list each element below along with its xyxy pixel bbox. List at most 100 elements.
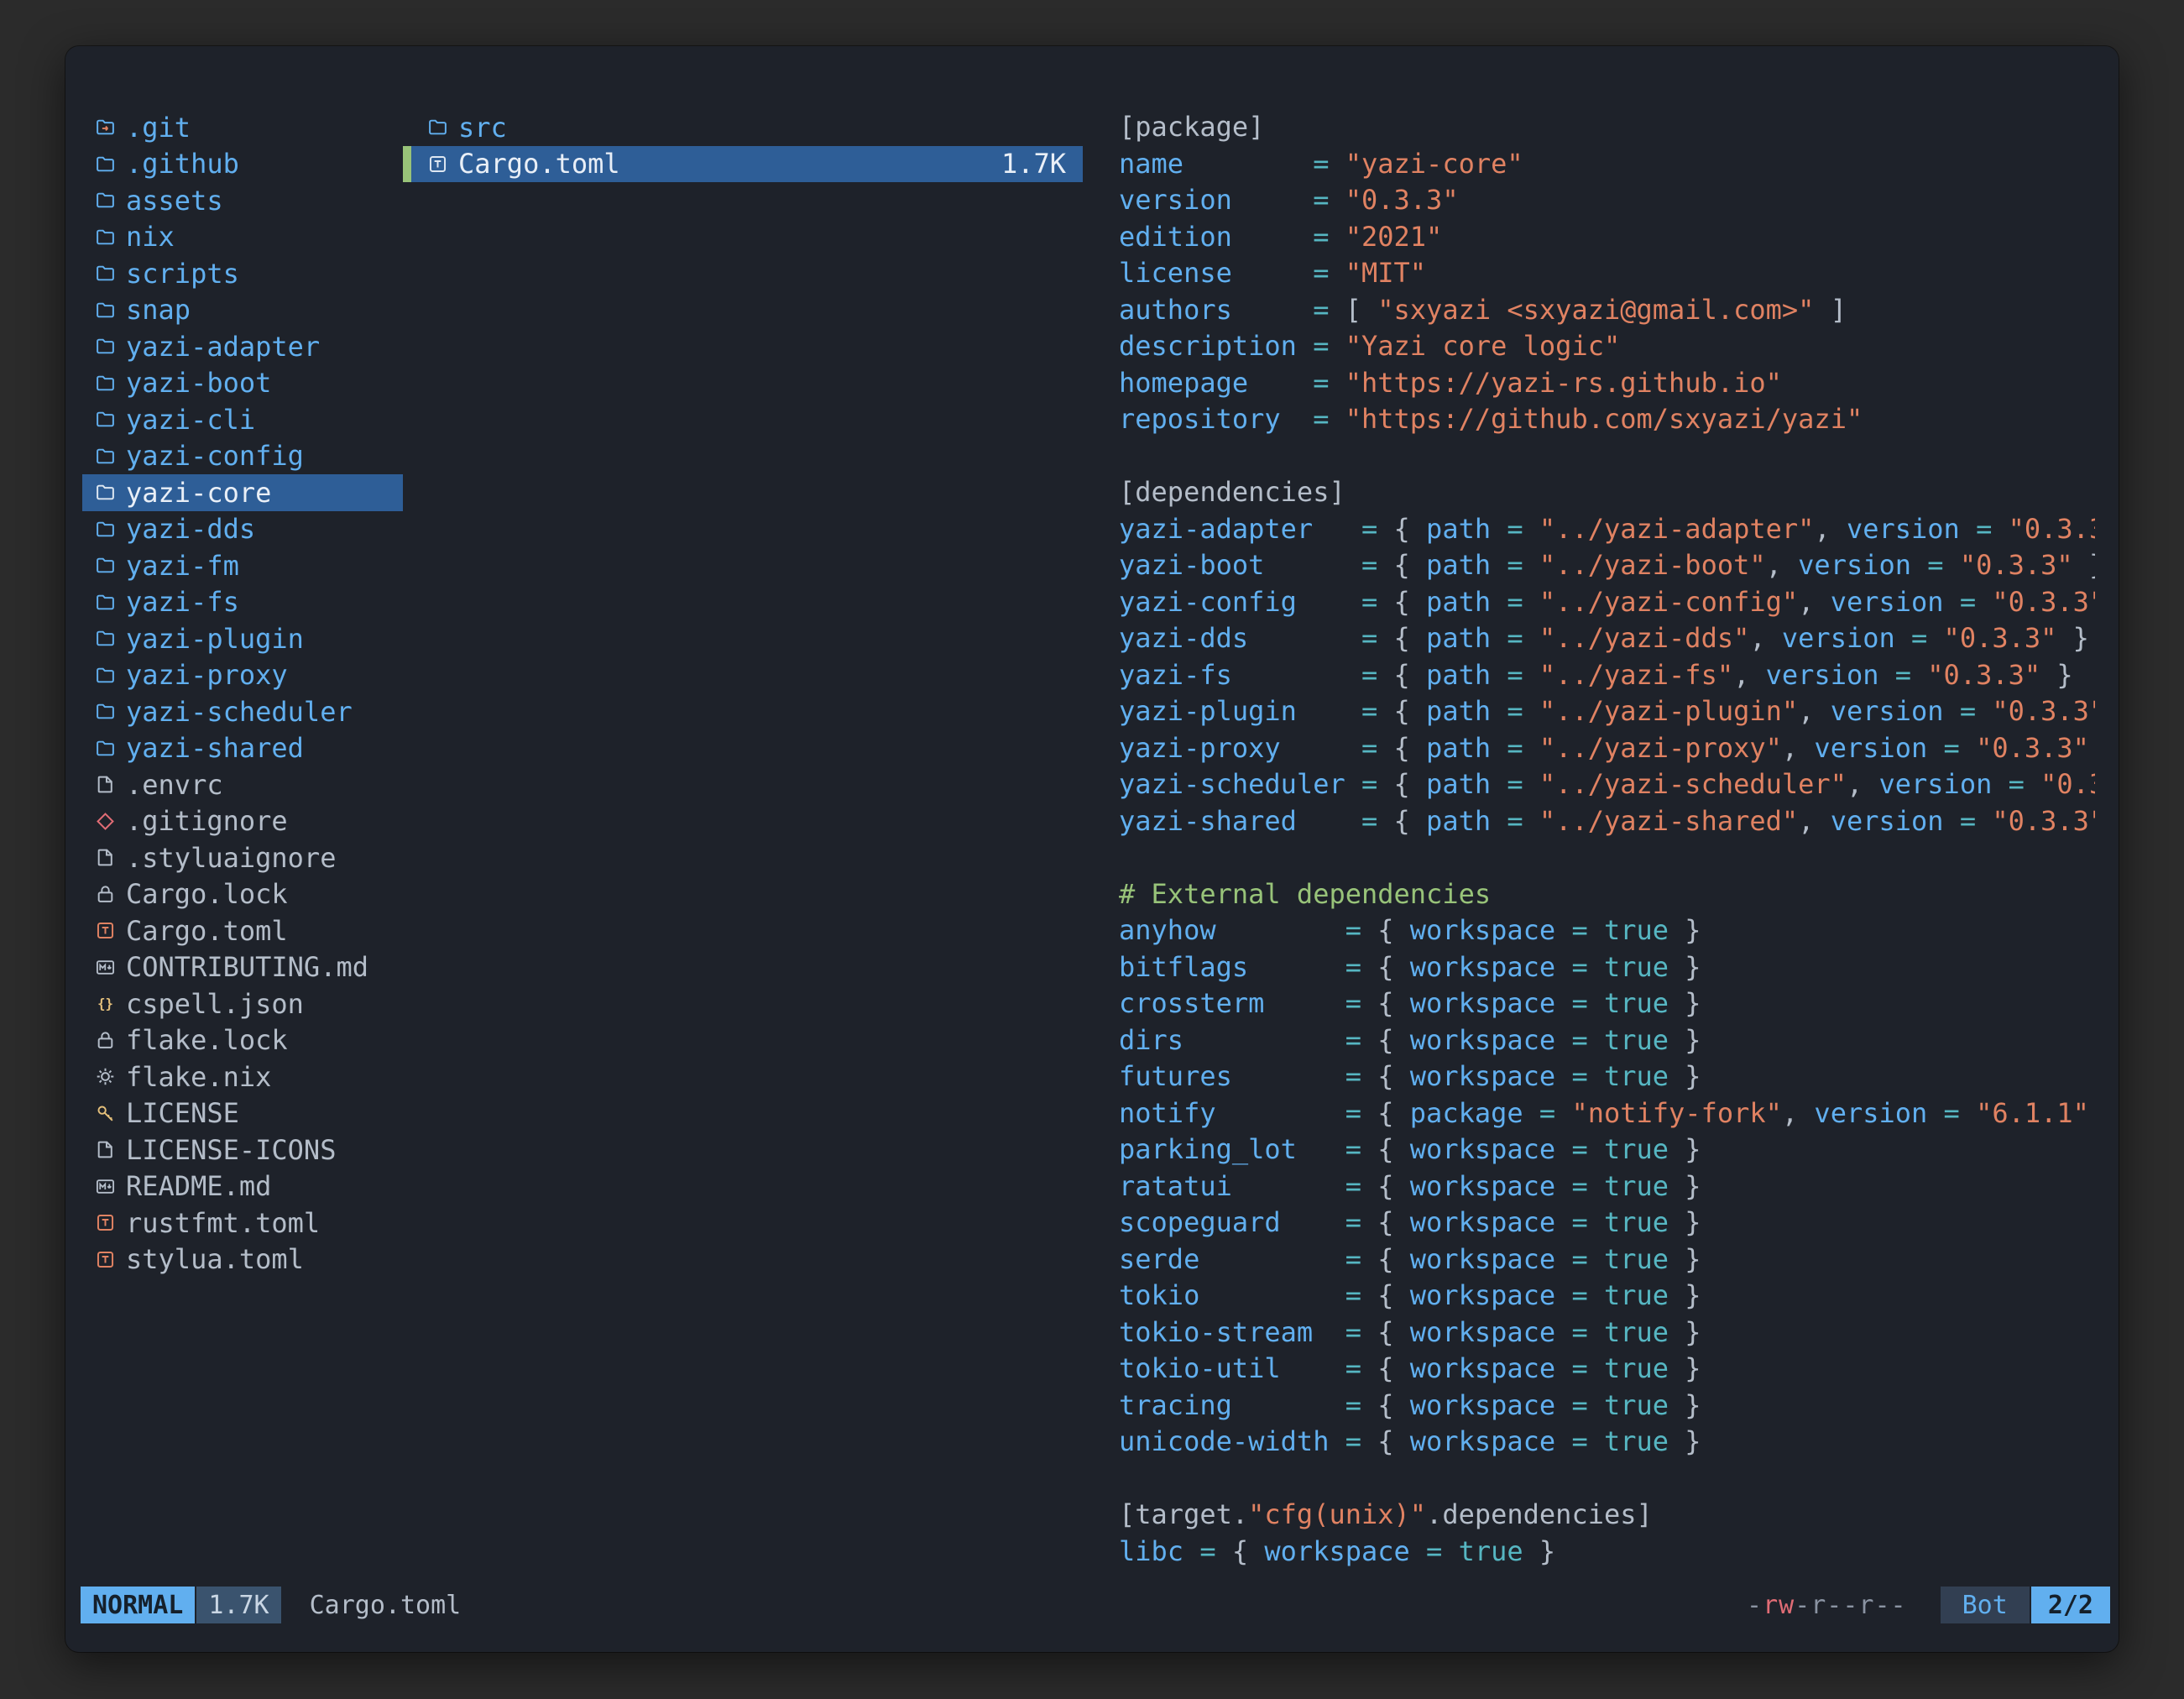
file-item-Cargo.toml[interactable]: Cargo.toml1.7K bbox=[403, 146, 1083, 183]
file-item-flake.nix[interactable]: flake.nix bbox=[82, 1059, 403, 1095]
preview-line bbox=[1119, 1461, 2095, 1498]
file-item-.envrc[interactable]: .envrc bbox=[82, 766, 403, 803]
item-label: Cargo.lock bbox=[126, 878, 288, 910]
current-pane[interactable]: srcCargo.toml1.7K bbox=[403, 109, 1083, 182]
dir-item-yazi-config[interactable]: yazi-config bbox=[82, 438, 403, 475]
terminal-window[interactable]: .git.githubassetsnixscriptssnapyazi-adap… bbox=[65, 46, 2119, 1652]
item-label: CONTRIBUTING.md bbox=[126, 951, 368, 983]
file-icon bbox=[94, 1138, 117, 1161]
item-label: .git bbox=[126, 112, 191, 144]
folder-icon bbox=[94, 627, 117, 650]
item-label: cspell.json bbox=[126, 988, 304, 1020]
preview-line: tokio = { workspace = true } bbox=[1119, 1278, 2095, 1315]
preview-line: scopeguard = { workspace = true } bbox=[1119, 1205, 2095, 1242]
preview-line: libc = { workspace = true } bbox=[1119, 1534, 2095, 1571]
file-item-rustfmt.toml[interactable]: rustfmt.toml bbox=[82, 1205, 403, 1242]
preview-line: version = "0.3.3" bbox=[1119, 182, 2095, 219]
item-label: scripts bbox=[126, 258, 239, 290]
mode-badge: NORMAL bbox=[81, 1587, 195, 1623]
preview-line: yazi-boot = { path = "../yazi-boot", ver… bbox=[1119, 547, 2095, 584]
braces-icon: {} bbox=[94, 992, 117, 1015]
dir-item-.git[interactable]: .git bbox=[82, 109, 403, 146]
file-permissions: -rw-r--r-- bbox=[1747, 1591, 1907, 1620]
dir-item-yazi-cli[interactable]: yazi-cli bbox=[82, 401, 403, 438]
folder-icon bbox=[94, 299, 117, 322]
item-label: README.md bbox=[126, 1170, 271, 1202]
item-label: yazi-core bbox=[126, 477, 271, 509]
file-item-Cargo.lock[interactable]: Cargo.lock bbox=[82, 876, 403, 913]
preview-line: ratatui = { workspace = true } bbox=[1119, 1168, 2095, 1205]
file-item-LICENSE-ICONS[interactable]: LICENSE-ICONS bbox=[82, 1132, 403, 1168]
file-item-cspell.json[interactable]: {} cspell.json bbox=[82, 985, 403, 1022]
dir-item-yazi-adapter[interactable]: yazi-adapter bbox=[82, 328, 403, 365]
file-item-LICENSE[interactable]: LICENSE bbox=[82, 1095, 403, 1132]
dir-item-assets[interactable]: assets bbox=[82, 182, 403, 219]
file-icon bbox=[94, 773, 117, 796]
folder-icon bbox=[94, 518, 117, 541]
folder-icon bbox=[426, 116, 449, 139]
item-label: LICENSE-ICONS bbox=[126, 1134, 336, 1166]
file-item-stylua.toml[interactable]: stylua.toml bbox=[82, 1242, 403, 1278]
preview-pane[interactable]: [package]name = "yazi-core"version = "0.… bbox=[1119, 109, 2095, 1570]
item-label: flake.lock bbox=[126, 1024, 288, 1056]
preview-line: yazi-shared = { path = "../yazi-shared",… bbox=[1119, 803, 2095, 840]
git-icon bbox=[94, 810, 117, 833]
file-item-.styluaignore[interactable]: .styluaignore bbox=[82, 839, 403, 876]
file-item-CONTRIBUTING.md[interactable]: CONTRIBUTING.md bbox=[82, 949, 403, 986]
preview-line: yazi-adapter = { path = "../yazi-adapter… bbox=[1119, 511, 2095, 548]
folder-icon bbox=[94, 664, 117, 687]
dir-item-src[interactable]: src bbox=[403, 109, 1083, 146]
dir-item-nix[interactable]: nix bbox=[82, 219, 403, 256]
dir-item-yazi-shared[interactable]: yazi-shared bbox=[82, 730, 403, 767]
preview-line: tracing = { workspace = true } bbox=[1119, 1388, 2095, 1425]
folder-icon bbox=[94, 408, 117, 431]
preview-line: crossterm = { workspace = true } bbox=[1119, 985, 2095, 1022]
item-label: flake.nix bbox=[126, 1061, 271, 1093]
item-label: .gitignore bbox=[126, 805, 288, 837]
item-label: yazi-dds bbox=[126, 513, 255, 545]
preview-line: [package] bbox=[1119, 109, 2095, 146]
dir-item-yazi-scheduler[interactable]: yazi-scheduler bbox=[82, 693, 403, 730]
folder-icon bbox=[94, 153, 117, 175]
dir-item-yazi-plugin[interactable]: yazi-plugin bbox=[82, 620, 403, 657]
preview-line: repository = "https://github.com/sxyazi/… bbox=[1119, 401, 2095, 438]
dir-item-yazi-fs[interactable]: yazi-fs bbox=[82, 584, 403, 621]
preview-line: unicode-width = { workspace = true } bbox=[1119, 1424, 2095, 1461]
preview-line: yazi-proxy = { path = "../yazi-proxy", v… bbox=[1119, 730, 2095, 767]
item-label: .styluaignore bbox=[126, 842, 336, 874]
folder-icon bbox=[94, 189, 117, 212]
preview-line: yazi-fs = { path = "../yazi-fs", version… bbox=[1119, 657, 2095, 694]
item-label: yazi-boot bbox=[126, 367, 271, 399]
lock-icon bbox=[94, 1029, 117, 1052]
file-item-flake.lock[interactable]: flake.lock bbox=[82, 1022, 403, 1059]
dir-item-yazi-core[interactable]: yazi-core bbox=[82, 474, 403, 511]
dir-item-yazi-dds[interactable]: yazi-dds bbox=[82, 511, 403, 548]
toml-icon bbox=[94, 1211, 117, 1234]
preview-line: [target."cfg(unix)".dependencies] bbox=[1119, 1497, 2095, 1534]
status-filename: Cargo.toml bbox=[310, 1591, 462, 1620]
file-item-.gitignore[interactable]: .gitignore bbox=[82, 803, 403, 840]
status-bar: NORMAL 1.7K Cargo.toml -rw-r--r-- Bot 2/… bbox=[81, 1587, 2110, 1623]
file-item-Cargo.toml[interactable]: Cargo.toml bbox=[82, 912, 403, 949]
preview-line: license = "MIT" bbox=[1119, 255, 2095, 292]
toml-icon bbox=[94, 1248, 117, 1271]
preview-line: yazi-plugin = { path = "../yazi-plugin",… bbox=[1119, 693, 2095, 730]
preview-line: [dependencies] bbox=[1119, 474, 2095, 511]
file-item-README.md[interactable]: README.md bbox=[82, 1168, 403, 1205]
folder-icon bbox=[94, 262, 117, 285]
parent-pane[interactable]: .git.githubassetsnixscriptssnapyazi-adap… bbox=[82, 109, 403, 1278]
dir-item-snap[interactable]: snap bbox=[82, 292, 403, 329]
item-label: yazi-adapter bbox=[126, 331, 320, 363]
dir-item-scripts[interactable]: scripts bbox=[82, 255, 403, 292]
preview-line: description = "Yazi core logic" bbox=[1119, 328, 2095, 365]
preview-line: yazi-dds = { path = "../yazi-dds", versi… bbox=[1119, 620, 2095, 657]
folder-icon bbox=[94, 737, 117, 760]
git-folder-icon bbox=[94, 116, 117, 139]
file-icon bbox=[94, 846, 117, 869]
dir-item-yazi-proxy[interactable]: yazi-proxy bbox=[82, 657, 403, 694]
dir-item-yazi-boot[interactable]: yazi-boot bbox=[82, 365, 403, 402]
item-label: yazi-fm bbox=[126, 550, 239, 582]
item-label: LICENSE bbox=[126, 1097, 239, 1129]
dir-item-yazi-fm[interactable]: yazi-fm bbox=[82, 547, 403, 584]
dir-item-.github[interactable]: .github bbox=[82, 146, 403, 183]
